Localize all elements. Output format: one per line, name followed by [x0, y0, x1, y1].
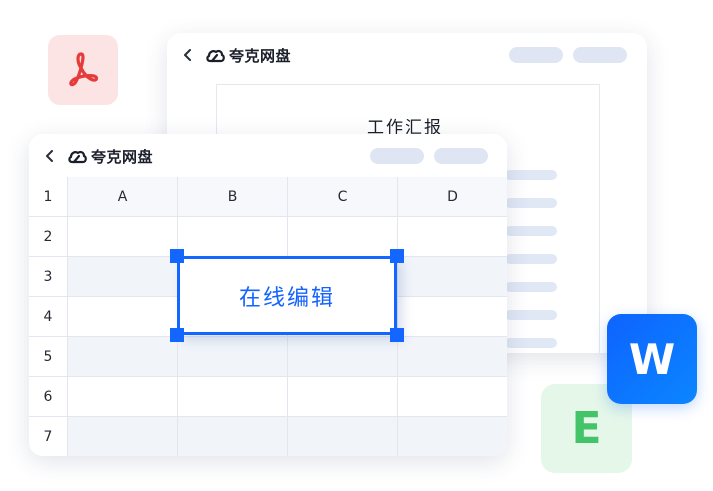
grid-cell[interactable] [398, 297, 507, 337]
row-header-1[interactable]: 1 [29, 177, 68, 217]
document-text-line [505, 198, 557, 208]
grid-cell[interactable] [178, 417, 288, 456]
header-action-placeholder[interactable] [509, 47, 563, 63]
back-chevron-icon[interactable] [181, 48, 195, 62]
row-header-7[interactable]: 7 [29, 417, 68, 456]
app-name: 夸克网盘 [91, 148, 154, 166]
grid-cell[interactable] [288, 377, 398, 417]
grid-cell[interactable] [178, 217, 288, 257]
back-chevron-icon[interactable] [43, 149, 57, 163]
row-header-2[interactable]: 2 [29, 217, 68, 257]
grid-cell[interactable] [288, 337, 398, 377]
grid-cell[interactable] [398, 417, 507, 456]
selection-label: 在线编辑 [238, 285, 335, 311]
app-logo: 夸克网盘 [67, 146, 153, 167]
column-header-c[interactable]: C [288, 177, 398, 217]
cloud-logo-icon [68, 150, 87, 163]
header-action-placeholder[interactable] [434, 148, 488, 164]
header-action-placeholder[interactable] [370, 148, 424, 164]
document-text-line [505, 338, 557, 348]
grid-cell[interactable] [398, 337, 507, 377]
resize-handle-top-left[interactable] [170, 249, 184, 263]
word-file-icon: W [628, 334, 676, 384]
grid-cell[interactable] [68, 377, 178, 417]
document-window-header: 夸克网盘 [167, 33, 647, 77]
selected-range[interactable]: 在线编辑 [177, 256, 397, 335]
app-name: 夸克网盘 [229, 47, 292, 65]
row-header-5[interactable]: 5 [29, 337, 68, 377]
resize-handle-bottom-left[interactable] [170, 328, 184, 342]
grid-cell[interactable] [68, 417, 178, 456]
resize-handle-top-right[interactable] [390, 249, 404, 263]
header-action-placeholder[interactable] [573, 47, 627, 63]
resize-handle-bottom-right[interactable] [390, 328, 404, 342]
excel-file-icon: E [571, 403, 602, 454]
document-text-line [505, 170, 557, 180]
grid-cell[interactable] [288, 217, 398, 257]
app-logo: 夸克网盘 [205, 45, 291, 66]
grid-cell[interactable] [398, 257, 507, 297]
document-text-line [505, 282, 557, 292]
grid-cell[interactable] [288, 417, 398, 456]
spreadsheet-window-header: 夸克网盘 [29, 134, 507, 178]
document-text-line [505, 254, 557, 264]
grid-cell[interactable] [398, 377, 507, 417]
grid-cell[interactable] [68, 337, 178, 377]
column-header-d[interactable]: D [398, 177, 507, 217]
grid-cell[interactable] [68, 257, 178, 297]
document-text-line [505, 310, 557, 320]
document-text-line [505, 226, 557, 236]
pdf-file-badge [48, 35, 118, 105]
row-header-3[interactable]: 3 [29, 257, 68, 297]
column-header-b[interactable]: B [178, 177, 288, 217]
row-header-4[interactable]: 4 [29, 297, 68, 337]
grid-cell[interactable] [178, 377, 288, 417]
grid-cell[interactable] [68, 297, 178, 337]
grid-cell[interactable] [68, 217, 178, 257]
grid-cell[interactable] [398, 217, 507, 257]
word-file-badge: W [607, 314, 697, 404]
pdf-icon [69, 52, 99, 87]
cloud-logo-icon [206, 49, 225, 62]
column-header-a[interactable]: A [68, 177, 178, 217]
row-header-6[interactable]: 6 [29, 377, 68, 417]
grid-cell[interactable] [178, 337, 288, 377]
